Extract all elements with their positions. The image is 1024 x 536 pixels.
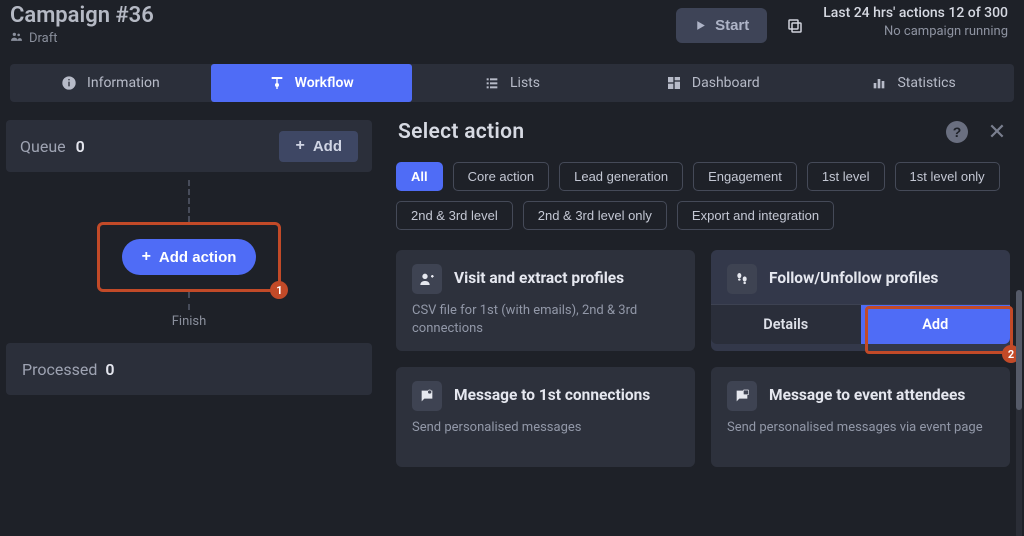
- flow-area: + Add action 1 Finish: [6, 172, 372, 329]
- card-title: Message to event attendees: [769, 386, 965, 405]
- tab-label: Information: [87, 75, 160, 91]
- card-visit-extract[interactable]: Visit and extract profiles CSV file for …: [396, 250, 695, 351]
- message-icon: [412, 381, 442, 411]
- tab-label: Statistics: [897, 75, 955, 91]
- filter-1st-only[interactable]: 1st level only: [895, 162, 1000, 191]
- filter-core[interactable]: Core action: [453, 162, 549, 191]
- card-title: Follow/Unfollow profiles: [769, 269, 938, 288]
- panel-header-actions: ? ✕: [946, 121, 1008, 143]
- card-follow-unfollow[interactable]: Follow/Unfollow profiles Details Add 2: [711, 250, 1010, 351]
- main-content: Queue 0 + Add + Add action 1 Finish Proc…: [0, 102, 1024, 536]
- campaign-title: Campaign #36: [10, 4, 154, 28]
- workflow-column: Queue 0 + Add + Add action 1 Finish Proc…: [6, 120, 372, 536]
- header-stats: Last 24 hrs' actions 12 of 300 No campai…: [823, 4, 1008, 40]
- queue-text: Queue 0: [20, 137, 85, 156]
- queue-add-button[interactable]: + Add: [279, 131, 358, 162]
- finish-label: Finish: [172, 314, 207, 329]
- card-message-event[interactable]: Message to event attendees Send personal…: [711, 367, 1010, 467]
- card-message-1st[interactable]: Message to 1st connections Send personal…: [396, 367, 695, 467]
- plus-icon: +: [295, 138, 304, 154]
- card-title: Visit and extract profiles: [454, 269, 624, 288]
- flow-connector: [188, 180, 190, 222]
- queue-label: Queue: [20, 137, 66, 156]
- processed-count: 0: [105, 360, 114, 379]
- workflow-icon: [269, 75, 285, 91]
- card-desc: Send personalised messages: [412, 419, 679, 437]
- filter-2nd-3rd[interactable]: 2nd & 3rd level: [396, 201, 513, 230]
- stats-actions: Last 24 hrs' actions 12 of 300: [823, 4, 1008, 23]
- copy-icon: [786, 17, 804, 35]
- dashboard-icon: [666, 75, 682, 91]
- add-label: Add: [313, 138, 342, 155]
- campaign-status: Draft: [10, 30, 154, 46]
- header: Campaign #36 Draft Start Last 24 hrs' ac…: [0, 0, 1024, 58]
- card-desc: Send personalised messages via event pag…: [727, 419, 994, 437]
- stats-running: No campaign running: [823, 23, 1008, 41]
- card-title: Message to 1st connections: [454, 386, 650, 405]
- filter-all[interactable]: All: [396, 162, 443, 191]
- action-cards: Visit and extract profiles CSV file for …: [396, 250, 1010, 467]
- tab-label: Dashboard: [692, 75, 760, 91]
- filter-2nd-3rd-only[interactable]: 2nd & 3rd level only: [523, 201, 667, 230]
- tab-statistics[interactable]: Statistics: [813, 64, 1014, 102]
- annotation-badge-1: 1: [270, 281, 288, 299]
- panel-header: Select action ? ✕: [396, 120, 1010, 144]
- tab-label: Workflow: [295, 75, 354, 91]
- queue-bar: Queue 0 + Add: [6, 120, 372, 172]
- play-icon: [694, 19, 707, 32]
- header-right: Start Last 24 hrs' actions 12 of 300 No …: [676, 4, 1008, 43]
- add-action-label: Add action: [159, 249, 237, 266]
- filter-export[interactable]: Export and integration: [677, 201, 834, 230]
- footsteps-icon: [727, 264, 757, 294]
- tab-bar: Information Workflow Lists Dashboard Sta…: [10, 64, 1014, 102]
- filter-1st[interactable]: 1st level: [807, 162, 885, 191]
- start-button[interactable]: Start: [676, 8, 767, 43]
- queue-count: 0: [76, 137, 85, 156]
- card-hover-actions: Details Add: [711, 304, 1010, 344]
- duplicate-button[interactable]: [781, 12, 809, 40]
- people-icon: [10, 30, 23, 46]
- tab-dashboard[interactable]: Dashboard: [612, 64, 813, 102]
- flow-connector: [188, 292, 190, 310]
- filter-engagement[interactable]: Engagement: [693, 162, 797, 191]
- header-left: Campaign #36 Draft: [10, 4, 154, 46]
- panel-title: Select action: [398, 120, 524, 144]
- tab-lists[interactable]: Lists: [412, 64, 613, 102]
- card-desc: CSV file for 1st (with emails), 2nd & 3r…: [412, 302, 679, 337]
- start-label: Start: [715, 17, 749, 34]
- lists-icon: [484, 75, 500, 91]
- annotation-box-1: + Add action 1: [97, 222, 282, 292]
- details-button[interactable]: Details: [711, 305, 861, 344]
- tab-workflow[interactable]: Workflow: [211, 64, 412, 102]
- close-button[interactable]: ✕: [986, 121, 1008, 143]
- tab-information[interactable]: Information: [10, 64, 211, 102]
- filter-chips: All Core action Lead generation Engageme…: [396, 162, 1010, 230]
- action-panel: Select action ? ✕ All Core action Lead g…: [396, 120, 1018, 536]
- plus-icon: +: [142, 248, 151, 266]
- add-button[interactable]: Add: [861, 305, 1011, 344]
- processed-label: Processed: [22, 360, 97, 379]
- scrollbar-thumb[interactable]: [1016, 290, 1022, 410]
- user-extract-icon: [412, 264, 442, 294]
- message-event-icon: [727, 381, 757, 411]
- scrollbar[interactable]: [1016, 290, 1022, 536]
- filter-leadgen[interactable]: Lead generation: [559, 162, 683, 191]
- help-button[interactable]: ?: [946, 121, 968, 143]
- info-icon: [61, 75, 77, 91]
- statistics-icon: [871, 75, 887, 91]
- status-label: Draft: [29, 31, 58, 46]
- add-action-button[interactable]: + Add action: [122, 239, 257, 275]
- processed-bar: Processed 0: [6, 343, 372, 395]
- tab-label: Lists: [510, 75, 540, 91]
